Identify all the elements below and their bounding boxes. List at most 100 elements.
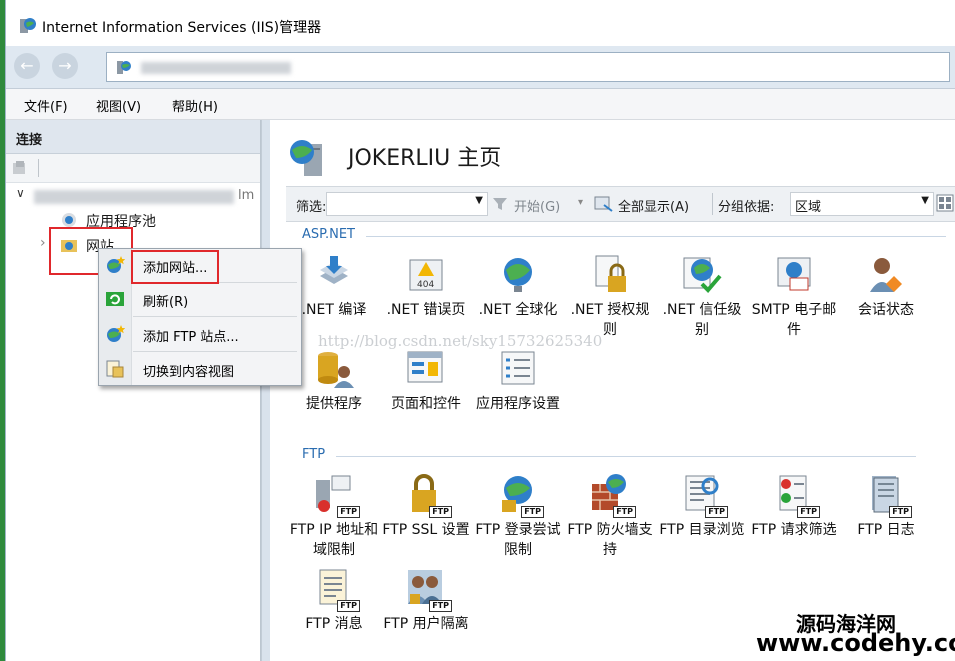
feature-pages-controls[interactable]: 页面和控件: [380, 346, 472, 414]
authorization-icon: [595, 255, 626, 292]
add-site-icon: [107, 256, 125, 273]
feature-label: 应用程序设置: [476, 396, 560, 412]
title-bar: Internet Information Services (IIS)管理器: [6, 0, 955, 46]
feature-smtp-email[interactable]: SMTP 电子邮件: [748, 252, 840, 340]
feature-app-settings[interactable]: 应用程序设置: [472, 346, 564, 414]
feature-label: FTP 登录尝试限制: [475, 522, 561, 558]
providers-icon: [318, 352, 354, 388]
group-ftp-title[interactable]: FTP: [302, 447, 325, 462]
feature-dotnet-trust-levels[interactable]: .NET 信任级别: [656, 252, 748, 340]
feature-ftp-ssl-settings[interactable]: FTP FTP SSL 设置: [380, 472, 472, 540]
ftp-ssl-icon: FTP: [404, 472, 452, 518]
forward-button[interactable]: →: [52, 53, 78, 79]
feature-ftp-messages[interactable]: FTP FTP 消息: [288, 566, 380, 634]
ftp-badge: FTP: [705, 506, 728, 518]
context-refresh[interactable]: 刷新(R): [143, 291, 188, 310]
context-separator: [133, 316, 297, 317]
feature-ftp-logging[interactable]: FTP FTP 日志: [840, 472, 932, 540]
feature-label: .NET 错误页: [386, 302, 466, 318]
feature-ftp-logon-attempts[interactable]: FTP FTP 登录尝试限制: [472, 472, 564, 560]
page-title: JOKERLIU 主页: [348, 146, 502, 171]
feature-label: FTP 日志: [857, 522, 915, 538]
feature-label: .NET 信任级别: [662, 302, 742, 338]
show-all-icon: [594, 196, 613, 212]
feature-dotnet-authorization[interactable]: .NET 授权规则: [564, 252, 656, 340]
ftp-directory-icon: FTP: [680, 472, 728, 518]
feature-label: FTP 防火墙支持: [567, 522, 653, 558]
group-aspnet-title[interactable]: ASP.NET: [302, 227, 355, 242]
address-field[interactable]: [106, 52, 950, 82]
error-page-icon: 404: [409, 259, 443, 291]
context-add-ftp-site[interactable]: 添加 FTP 站点...: [143, 326, 239, 345]
start-dropdown-icon[interactable]: ▾: [578, 197, 583, 208]
ftp-firewall-icon: FTP: [588, 472, 636, 518]
group-by-value: 区域: [795, 200, 822, 215]
iis-manager-window: Internet Information Services (IIS)管理器 ←…: [5, 0, 955, 661]
tree-server-node[interactable]: ∨ lm: [14, 186, 258, 208]
connections-title: 连接: [16, 133, 43, 148]
feature-ftp-firewall[interactable]: FTP FTP 防火墙支持: [564, 472, 656, 560]
feature-dotnet-error-pages[interactable]: 404 .NET 错误页: [380, 252, 472, 320]
filter-dropdown-icon[interactable]: ▼: [475, 195, 483, 206]
feature-ftp-request-filtering[interactable]: FTP FTP 请求筛选: [748, 472, 840, 540]
group-ftp-divider: [336, 456, 916, 457]
menu-view[interactable]: 视图(V): [96, 96, 141, 115]
menu-help[interactable]: 帮助(H): [172, 96, 218, 115]
context-separator: [133, 351, 297, 352]
menu-file[interactable]: 文件(F): [24, 96, 68, 115]
group-by-dropdown-icon[interactable]: ▼: [921, 195, 929, 206]
ftp-badge: FTP: [521, 506, 544, 518]
expand-sites-icon[interactable]: ›: [40, 235, 46, 251]
refresh-icon: [106, 292, 124, 306]
server-name-tail: lm: [238, 188, 255, 203]
ftp-log-icon: FTP: [864, 472, 912, 518]
feature-label: .NET 编译: [301, 302, 367, 318]
address-bar: ← →: [6, 46, 955, 89]
expand-server-icon[interactable]: ∨: [16, 186, 25, 200]
filter-label: 筛选:: [296, 200, 327, 215]
start-filter-button[interactable]: 开始(G): [514, 196, 560, 215]
highlight-add-site-box: [131, 250, 219, 284]
redacted-server-name: [34, 190, 234, 204]
server-home-icon: [290, 140, 322, 176]
connections-pane: 连接 ∨ lm 应用程序池 › 网站: [6, 120, 261, 661]
ftp-badge: FTP: [613, 506, 636, 518]
feature-label: FTP 请求筛选: [751, 522, 837, 538]
feature-ftp-ip-restrictions[interactable]: FTP FTP IP 地址和域限制: [288, 472, 380, 560]
ftp-badge: FTP: [337, 600, 360, 612]
feature-label: FTP SSL 设置: [382, 522, 470, 538]
context-switch-content-view[interactable]: 切换到内容视图: [143, 361, 234, 380]
ftp-badge: FTP: [429, 506, 452, 518]
ftp-badge: FTP: [429, 600, 452, 612]
feature-label: .NET 全球化: [478, 302, 558, 318]
filter-divider: [712, 193, 713, 215]
show-all-button[interactable]: 全部显示(A): [618, 196, 689, 215]
ftp-message-icon: FTP: [312, 566, 360, 612]
ftp-request-filter-icon: FTP: [772, 472, 820, 518]
iis-globe-icon: [20, 18, 36, 33]
filter-input[interactable]: ▼: [326, 192, 488, 216]
dotnet-compile-icon: [320, 256, 348, 284]
features-pane: JOKERLIU 主页 筛选: ▼ 开始(G) ▾ 全部显示(A) 分组依据: …: [270, 120, 955, 661]
feature-dotnet-globalization[interactable]: .NET 全球化: [472, 252, 564, 320]
feature-label: FTP 目录浏览: [659, 522, 745, 538]
feature-ftp-directory-browsing[interactable]: FTP FTP 目录浏览: [656, 472, 748, 540]
feature-session-state[interactable]: 会话状态: [840, 252, 932, 320]
brand-line-2: www.codehy.com: [756, 629, 955, 657]
feature-label: FTP 用户隔离: [383, 616, 469, 632]
watermark: http://blog.csdn.net/sky15732625340: [318, 332, 603, 350]
group-by-select[interactable]: 区域 ▼: [790, 192, 934, 216]
funnel-icon: [493, 198, 507, 210]
pages-controls-icon: [407, 351, 443, 383]
connections-toolbar: [6, 154, 260, 183]
ftp-user-isolation-icon: FTP: [404, 566, 452, 612]
svg-text:404: 404: [417, 280, 434, 290]
feature-ftp-user-isolation[interactable]: FTP FTP 用户隔离: [380, 566, 472, 634]
view-mode-icon[interactable]: [936, 194, 954, 212]
menu-bar: 文件(F) 视图(V) 帮助(H): [6, 89, 955, 120]
ftp-ip-icon: FTP: [312, 472, 360, 518]
filter-bar: 筛选: ▼ 开始(G) ▾ 全部显示(A) 分组依据: 区域 ▼: [286, 186, 955, 222]
globe-icon: [504, 258, 532, 292]
connect-icon[interactable]: [12, 160, 30, 176]
back-button[interactable]: ←: [14, 53, 40, 79]
